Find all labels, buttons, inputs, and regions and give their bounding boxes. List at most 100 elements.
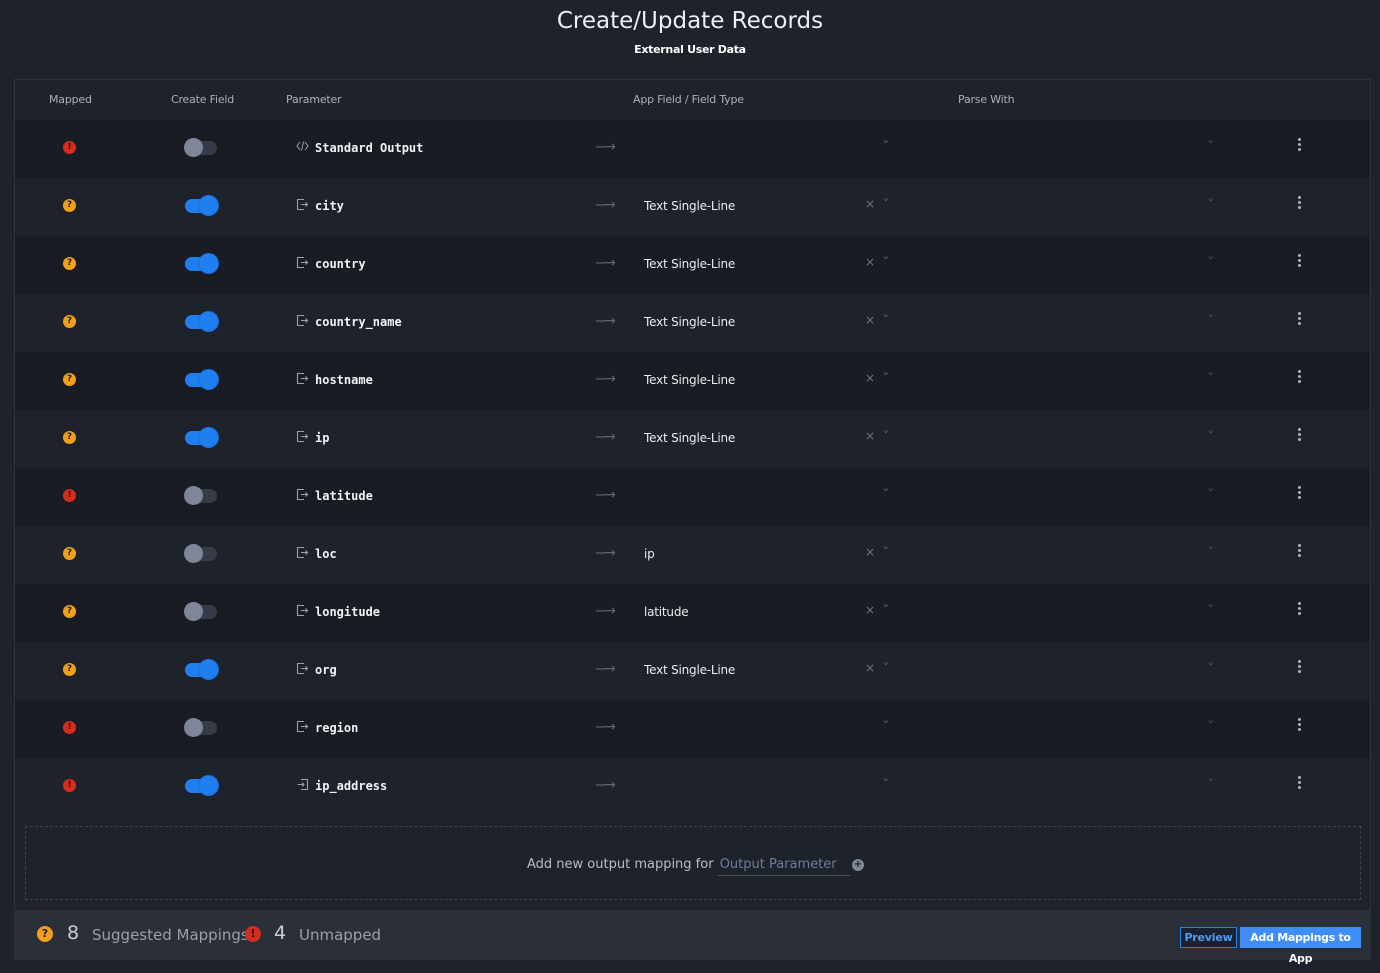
app-field-select[interactable]: Text Single-Line [644,431,735,445]
add-mapping-label: Add new output mapping for [527,857,714,872]
app-field-select[interactable]: Text Single-Line [644,315,735,329]
create-field-toggle[interactable] [184,138,217,157]
create-field-toggle[interactable] [185,776,218,795]
app-field-chevron-down-icon[interactable]: ˅ [882,429,890,442]
unmapped-error-icon: ! [63,721,76,734]
app-field-select[interactable]: Text Single-Line [644,663,735,677]
clear-icon[interactable]: × [865,197,875,211]
app-field-chevron-down-icon[interactable]: ˅ [882,603,890,616]
app-field-chevron-down-icon[interactable]: ˅ [882,313,890,326]
create-field-toggle[interactable] [184,544,217,563]
app-field-chevron-down-icon[interactable]: ˅ [882,197,890,210]
row-menu-icon[interactable] [1297,428,1303,444]
create-field-toggle[interactable] [184,486,217,505]
app-field-chevron-down-icon[interactable]: ˅ [882,719,890,732]
preview-button[interactable]: Preview [1180,927,1237,948]
parse-with-chevron-down-icon[interactable]: ˅ [1207,777,1215,790]
create-field-toggle[interactable] [184,718,217,737]
table-row: ! region ‐‐‐→ ˅ ˅ [15,700,1370,758]
arrow-right-icon: ‐‐‐→ [595,197,616,213]
arrow-right-icon: ‐‐‐→ [595,139,616,155]
row-menu-icon[interactable] [1297,312,1303,328]
table-row: ! ip_address ‐‐‐→ ˅ ˅ [15,758,1370,816]
parse-with-chevron-down-icon[interactable]: ˅ [1207,197,1215,210]
row-menu-icon[interactable] [1297,486,1303,502]
app-field-chevron-down-icon[interactable]: ˅ [882,487,890,500]
app-field-chevron-down-icon[interactable]: ˅ [882,777,890,790]
app-field-select[interactable]: Text Single-Line [644,199,735,213]
row-menu-icon[interactable] [1297,138,1303,154]
parse-with-chevron-down-icon[interactable]: ˅ [1207,487,1215,500]
output-icon [296,198,310,212]
parameter-name: longitude [315,605,381,619]
arrow-right-icon: ‐‐‐→ [595,313,616,329]
row-menu-icon[interactable] [1297,370,1303,386]
clear-icon[interactable]: × [865,313,875,327]
column-header-parameter: Parameter [286,93,342,106]
row-menu-icon[interactable] [1297,660,1303,676]
row-menu-icon[interactable] [1297,254,1303,270]
app-field-select[interactable]: ip [644,547,655,561]
app-field-chevron-down-icon[interactable]: ˅ [882,545,890,558]
parse-with-chevron-down-icon[interactable]: ˅ [1207,661,1215,674]
suggested-warning-icon: ? [63,547,76,560]
add-mapping-plus-icon[interactable]: + [852,859,864,871]
app-field-select[interactable]: Text Single-Line [644,373,735,387]
column-header-parse-with: Parse With [958,93,1015,106]
suggested-label: Suggested Mappings [92,926,249,944]
create-field-toggle[interactable] [185,312,218,331]
app-field-chevron-down-icon[interactable]: ˅ [882,661,890,674]
parse-with-chevron-down-icon[interactable]: ˅ [1207,545,1215,558]
parse-with-chevron-down-icon[interactable]: ˅ [1207,313,1215,326]
row-menu-icon[interactable] [1297,776,1303,792]
row-menu-icon[interactable] [1297,718,1303,734]
parameter-name: country_name [315,315,402,329]
add-mapping-row: Add new output mapping for [527,857,850,876]
create-field-toggle[interactable] [185,254,218,273]
parse-with-chevron-down-icon[interactable]: ˅ [1207,429,1215,442]
create-field-toggle[interactable] [185,196,218,215]
row-menu-icon[interactable] [1297,602,1303,618]
output-icon [296,604,310,618]
add-mappings-button[interactable]: Add Mappings to App [1240,927,1361,965]
clear-icon[interactable]: × [865,603,875,617]
app-field-chevron-down-icon[interactable]: ˅ [882,139,890,152]
arrow-right-icon: ‐‐‐→ [595,487,616,503]
arrow-right-icon: ‐‐‐→ [595,371,616,387]
toggle-knob [199,660,218,679]
create-field-toggle[interactable] [185,660,218,679]
table-row: ! Standard Output ‐‐‐→ ˅ ˅ [15,120,1370,178]
parse-with-chevron-down-icon[interactable]: ˅ [1207,719,1215,732]
parse-with-chevron-down-icon[interactable]: ˅ [1207,371,1215,384]
create-field-toggle[interactable] [185,428,218,447]
table-row: ? loc ‐‐‐→ ip × ˅ ˅ [15,526,1370,584]
app-field-select[interactable]: Text Single-Line [644,257,735,271]
clear-icon[interactable]: × [865,661,875,675]
parse-with-chevron-down-icon[interactable]: ˅ [1207,255,1215,268]
row-menu-icon[interactable] [1297,196,1303,212]
table-row: ? ip ‐‐‐→ Text Single-Line × ˅ ˅ [15,410,1370,468]
clear-icon[interactable]: × [865,545,875,559]
column-header-mapped: Mapped [49,93,92,106]
parse-with-chevron-down-icon[interactable]: ˅ [1207,139,1215,152]
toggle-knob [199,254,218,273]
unmapped-error-icon: ! [245,926,261,942]
page-title: Create/Update Records [556,8,824,34]
parse-with-chevron-down-icon[interactable]: ˅ [1207,603,1215,616]
toggle-knob [184,544,203,563]
output-icon [296,314,310,328]
unmapped-error-icon: ! [63,489,76,502]
output-parameter-input[interactable] [717,857,850,876]
app-field-chevron-down-icon[interactable]: ˅ [882,371,890,384]
clear-icon[interactable]: × [865,371,875,385]
toggle-knob [199,428,218,447]
clear-icon[interactable]: × [865,429,875,443]
toggle-knob [199,312,218,331]
create-field-toggle[interactable] [184,602,217,621]
row-menu-icon[interactable] [1297,544,1303,560]
app-field-chevron-down-icon[interactable]: ˅ [882,255,890,268]
create-field-toggle[interactable] [185,370,218,389]
output-icon [296,430,310,444]
clear-icon[interactable]: × [865,255,875,269]
app-field-select[interactable]: latitude [644,605,689,619]
